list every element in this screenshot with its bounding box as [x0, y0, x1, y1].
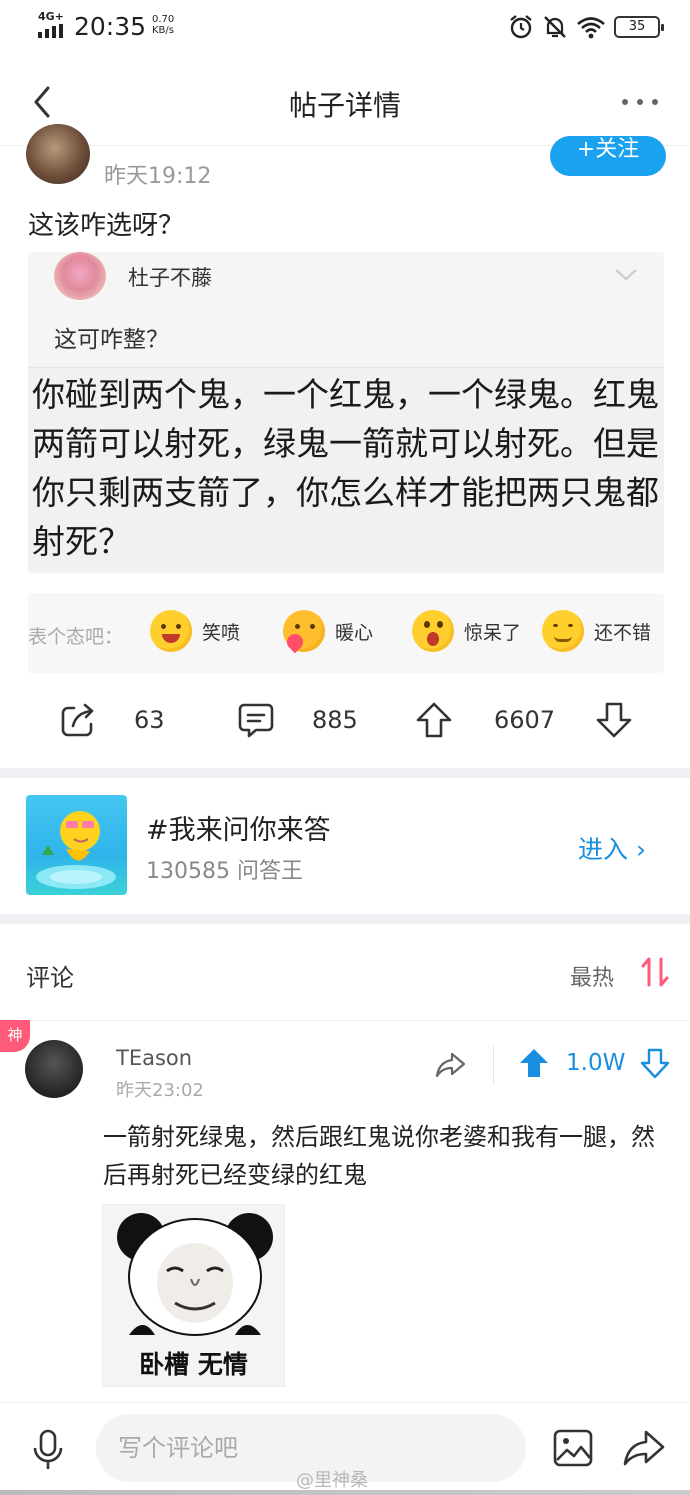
- alarm-icon: [510, 15, 532, 39]
- quoted-author-name[interactable]: 杜子不藤: [128, 262, 212, 292]
- reaction-laugh[interactable]: 笑喷: [150, 610, 240, 652]
- reaction-warm[interactable]: 暖心: [283, 610, 373, 652]
- quoted-author-avatar[interactable]: [54, 252, 106, 300]
- section-divider: [0, 768, 690, 778]
- share-icon: [61, 703, 94, 737]
- comment-action[interactable]: 885: [236, 700, 358, 740]
- chevron-down-icon[interactable]: [614, 268, 638, 282]
- share-count: 63: [134, 706, 165, 734]
- comment-time: 昨天23:02: [116, 1080, 204, 1101]
- battery-icon: 35: [614, 16, 664, 38]
- post-time: 昨天19:12: [104, 164, 212, 189]
- laughing-emoji-icon: [150, 610, 192, 652]
- forward-share-icon[interactable]: [622, 1428, 666, 1468]
- comment-share-icon[interactable]: [434, 1050, 466, 1080]
- reaction-label: 还不错: [594, 621, 652, 644]
- wifi-icon: [577, 17, 605, 39]
- topic-subtitle: 130585 问答王: [146, 859, 303, 884]
- reaction-label: 惊呆了: [464, 621, 522, 644]
- reaction-label: 笑喷: [202, 621, 241, 644]
- reaction-label: 暖心: [335, 621, 374, 644]
- section-divider: [0, 914, 690, 924]
- sort-icon[interactable]: [640, 955, 670, 989]
- meme-caption: 卧槽 无情: [139, 1350, 248, 1379]
- share-action[interactable]: 63: [58, 700, 165, 740]
- content-emoji-icon: [542, 610, 584, 652]
- comment-bubble-icon: [238, 703, 274, 738]
- signal-icon: [38, 24, 63, 38]
- network-speed: 0.70 KB/s: [152, 14, 174, 36]
- nav-bar: 帖子详情: [0, 60, 690, 146]
- comments-heading: 评论: [26, 964, 74, 992]
- shocked-emoji-icon: [412, 610, 454, 652]
- god-comment-badge: 神: [0, 1020, 30, 1052]
- quoted-image-text: 你碰到两个鬼，一个红鬼，一个绿鬼。红鬼两箭可以射死，绿鬼一箭就可以射死。但是你只…: [32, 375, 659, 561]
- speed-unit: KB/s: [152, 25, 174, 36]
- downvote-action[interactable]: [594, 700, 634, 740]
- downvote-arrow-icon: [596, 702, 632, 738]
- commenter-avatar[interactable]: [25, 1040, 83, 1098]
- reaction-prompt: 表个态吧：: [28, 626, 124, 648]
- author-avatar[interactable]: [26, 124, 90, 184]
- enter-topic-link[interactable]: 进入 ›: [578, 830, 646, 866]
- panda-meme-icon: [117, 1213, 273, 1336]
- status-icons: 35: [508, 14, 664, 40]
- sort-label[interactable]: 最热: [570, 960, 614, 992]
- topic-title[interactable]: #我来问你来答: [146, 808, 331, 847]
- post-text: 这该咋选呀？: [28, 211, 185, 241]
- speed-value: 0.70: [152, 14, 175, 25]
- topic-mascot-icon: [36, 811, 116, 889]
- clock: 20:35: [74, 12, 147, 41]
- reaction-shocked[interactable]: 惊呆了: [412, 610, 521, 652]
- page-title: 帖子详情: [288, 89, 401, 122]
- microphone-icon[interactable]: [30, 1428, 66, 1472]
- quoted-post-text: 这可咋整？: [54, 327, 169, 353]
- network-type: 4G+: [38, 10, 64, 23]
- comment-text: 一箭射死绿鬼，然后跟红鬼说你老婆和我有一腿，然后再射死已经变绿的红鬼: [103, 1123, 655, 1189]
- upvote-arrow-icon: [416, 702, 452, 738]
- reaction-content[interactable]: 还不错: [542, 610, 651, 652]
- watermark: @里神桑: [296, 1470, 368, 1491]
- vertical-divider: [493, 1046, 494, 1084]
- commenter-name[interactable]: TEason: [116, 1046, 192, 1070]
- home-indicator: [0, 1490, 690, 1495]
- topic-thumbnail[interactable]: [26, 795, 127, 895]
- follow-button[interactable]: +关注: [550, 136, 666, 176]
- comment-count: 885: [312, 706, 358, 734]
- network-indicator: 4G+: [38, 10, 66, 40]
- upvote-count: 6607: [494, 706, 556, 734]
- mute-bell-icon: [544, 16, 566, 38]
- comment-like-count: 1.0W: [566, 1050, 626, 1076]
- comment-upvote-icon[interactable]: [518, 1047, 550, 1079]
- image-upload-icon[interactable]: [552, 1428, 594, 1468]
- comment-separator: [0, 1020, 690, 1021]
- upvote-action[interactable]: 6607: [414, 700, 555, 740]
- comment-downvote-icon[interactable]: [640, 1047, 670, 1079]
- heart-hug-emoji-icon: [283, 610, 325, 652]
- more-options-icon[interactable]: [620, 96, 660, 108]
- status-bar: 4G+ 20:35 0.70 KB/s 35: [0, 0, 690, 56]
